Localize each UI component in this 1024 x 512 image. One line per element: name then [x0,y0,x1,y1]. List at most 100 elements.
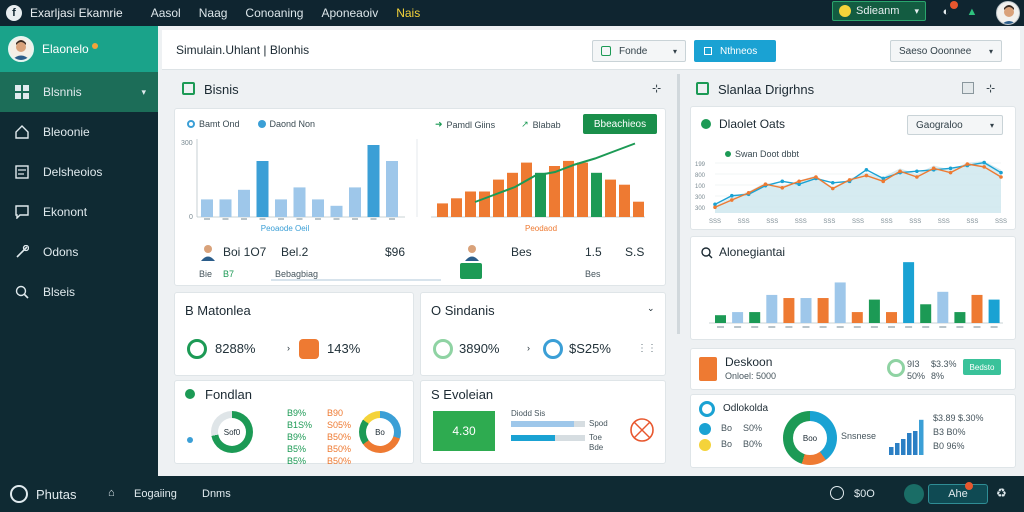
stat-value: 143% [327,341,361,356]
sidebar-item-search[interactable]: Blseis [0,272,158,312]
row-label: Bo [721,423,733,433]
stat-sub: B7 [223,269,235,279]
menu-item-3[interactable]: Conoaning [245,6,303,20]
status-icon [699,439,711,451]
sindanis-panel: O Sindanis ⌄ 3890% › $S25% ⋮⋮ [420,292,666,376]
deskoon-panel: Deskoon Onloel: 5000 9I3 50% $3.3% 8% Be… [690,348,1016,390]
row-label: B9% [287,408,307,418]
bag-icon[interactable]: ▲ [964,4,980,20]
x-tick [222,218,229,220]
evoleian-panel: S Evoleian 4.30 Diodd Sis Spod Toe Bde [420,380,666,464]
sidebar: Elaonelo Blsnnis ▾ Bleoonie Delsheoios E… [0,26,158,476]
footer-pill-button[interactable]: Ahe [928,482,988,504]
x-tick [836,326,844,328]
sidebar-item-tools[interactable]: Odons [0,232,158,272]
x-tick-label: SSS [938,219,950,225]
top-menu: Aasol Naag Conoaning Aponeaoiv Nais [133,6,421,20]
line-chart: 199 800 100 300 300 SSS SSS SSS SSS SSS SSS SSS SSS S… [695,160,1007,225]
row-value: B50% [327,444,352,454]
pin-icon[interactable]: ⊹ [986,82,995,95]
data-point [881,179,886,184]
options-dropdown-label: Saeso Ooonnee [899,45,972,57]
panel-title: O Sindanis [431,303,495,318]
x-tick [389,218,395,220]
chart-bar [766,294,778,323]
legend-label: Bamt Ond [199,119,240,129]
menu-item-4[interactable]: Aponeaoiv [321,6,378,20]
x-tick [751,326,759,328]
chevron-down-icon[interactable]: ⌄ [647,303,655,314]
business-chart-card: Bamt Ond Daond Non ➜ Pamdl Giins ↗ Blaba… [174,108,666,286]
stat-value: 8288% [215,341,256,356]
chart-bar [907,433,912,455]
avatar[interactable] [996,1,1020,25]
menu-item-2[interactable]: Naag [199,6,228,20]
expand-icon[interactable] [962,82,974,94]
user-select[interactable]: Sdieanm ▾ [832,1,926,21]
row-value: B90 [327,408,344,418]
sidebar-item-cards[interactable]: Delsheoios [0,152,158,192]
x-tick-label: SSS [966,219,978,225]
home-icon[interactable]: ⌂ [108,487,115,499]
stat-value: S.S [625,245,645,259]
clock-icon [830,486,844,500]
chart-bar [988,299,1000,323]
x-tick [956,326,964,328]
bell-icon[interactable]: ◐ [938,1,958,20]
deskoon-button[interactable]: Bedsto [963,359,1001,375]
x-tick [315,218,321,220]
globe-icon[interactable] [10,485,28,503]
chart-bar [903,262,915,323]
panel-title: Odlokolda [723,403,769,414]
row-value: B50% [327,456,352,466]
row-label: B5% [287,444,307,454]
data-point [965,162,970,166]
grip-icon[interactable]: ⋮⋮ [637,343,657,354]
menu-item-1[interactable]: Aasol [151,6,181,20]
footer-brand: Phutas [36,486,77,502]
row-value: S0% [743,423,763,433]
panel-title: S Evoleian [431,387,494,402]
menu-item-5[interactable]: Nais [396,6,420,20]
gauge-icon [887,359,905,377]
chart-dropdown[interactable]: Gaograloo ▾ [907,115,1003,135]
bar-chart-panel: Alonegiantai [690,236,1016,340]
stat-value: $96 [385,245,406,259]
chat-icon [14,204,30,220]
recycle-icon[interactable]: ♻ [996,486,1007,500]
chart-bar [913,431,918,455]
scrollbar[interactable] [677,74,680,334]
footer-link[interactable]: Eogaiing [134,488,177,500]
sidebar-item-label: Delsheoios [43,165,103,179]
options-dropdown[interactable]: Saeso Ooonnee ▾ [890,40,1002,62]
sidebar-item-chat[interactable]: Ekonont [0,192,158,232]
primary-action-button[interactable]: Nthneos [694,40,776,62]
chevron-right-icon: › [527,343,530,353]
chart-bar [577,162,588,217]
chart-bar [479,191,490,217]
stat-value: $3.3% [931,359,957,369]
chart-bar [633,201,644,217]
sidebar-profile[interactable]: Elaonelo [0,26,158,72]
chart-bar [749,312,761,323]
chart-bar [535,172,546,217]
notification-badge [950,1,958,9]
sidebar-item-business[interactable]: Blsnnis ▾ [0,72,158,112]
donut-center-label: Boo [793,421,827,455]
search-icon [14,284,30,300]
x-tick [204,218,210,220]
footer-link[interactable]: Dnms [202,488,231,500]
legend-dot [187,437,193,443]
action-icon[interactable] [904,484,924,504]
business-action-button[interactable]: Bbeachieos [583,114,657,134]
person-icon [465,245,479,261]
x-tick [259,218,266,220]
filter-dropdown[interactable]: Fonde ▾ [592,40,686,62]
sidebar-item-home[interactable]: Bleoonie [0,112,158,152]
pin-icon[interactable]: ⊹ [652,82,661,95]
chart-bar [800,298,812,323]
chart-bar [920,304,932,323]
app-logo-icon[interactable]: f [6,5,22,21]
sidebar-item-label: Blseis [43,285,76,299]
donut-center-label: Sof0 [218,418,246,446]
